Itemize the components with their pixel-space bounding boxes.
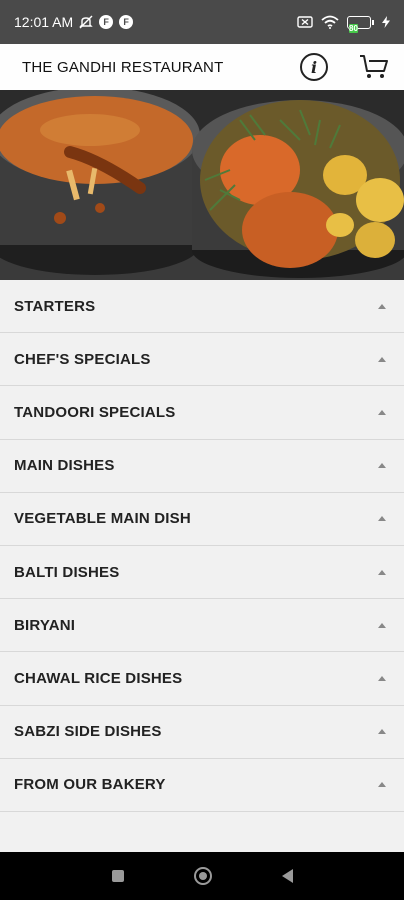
menu-category-label: MAIN DISHES [14, 457, 115, 475]
status-right: 80 [297, 15, 390, 33]
menu-category-chefs-specials[interactable]: CHEF'S SPECIALS [0, 333, 404, 387]
food-photo [0, 90, 404, 280]
menu-category-label: STARTERS [14, 297, 96, 315]
menu-category-label: CHAWAL RICE DISHES [14, 669, 183, 687]
notification-icon: F [119, 15, 134, 29]
caret-up-icon [378, 409, 386, 415]
recents-icon[interactable] [111, 870, 124, 882]
caret-up-icon [378, 729, 386, 735]
menu-category-label: FROM OUR BAKERY [14, 776, 166, 794]
menu-category-label: SABZI SIDE DISHES [14, 723, 162, 741]
hero-image [0, 90, 404, 280]
menu-category-main-dishes[interactable]: MAIN DISHES [0, 439, 404, 493]
cart-button[interactable] [344, 44, 404, 90]
menu-category-tandoori-specials[interactable]: TANDOORI SPECIALS [0, 386, 404, 440]
menu-category-from-our-bakery[interactable]: FROM OUR BAKERY [0, 758, 404, 812]
menu-category-label: BALTI DISHES [14, 563, 120, 581]
info-button[interactable]: i [284, 44, 344, 90]
menu-category-biryani[interactable]: BIRYANI [0, 599, 404, 653]
battery-level: 80 [349, 23, 358, 33]
info-icon: i [300, 53, 328, 81]
sim-x-icon [297, 16, 313, 28]
notification-icon: F [99, 15, 114, 29]
menu-category-label: BIRYANI [14, 616, 76, 634]
mute-icon [79, 15, 93, 29]
caret-up-icon [378, 622, 386, 628]
battery-icon: 80 [347, 15, 374, 33]
menu-category-sabzi-side-dishes[interactable]: SABZI SIDE DISHES [0, 705, 404, 759]
app-header: THE GANDHI RESTAURANT i [0, 44, 404, 90]
system-nav-bar [0, 852, 404, 900]
wifi-icon [321, 15, 339, 29]
caret-up-icon [378, 569, 386, 575]
menu-category-label: CHEF'S SPECIALS [14, 350, 151, 368]
menu-category-chawal-rice-dishes[interactable]: CHAWAL RICE DISHES [0, 652, 404, 706]
caret-up-icon [378, 516, 386, 522]
caret-up-icon [378, 782, 386, 788]
caret-up-icon [378, 675, 386, 681]
caret-up-icon [378, 463, 386, 469]
page-title: THE GANDHI RESTAURANT [22, 58, 224, 76]
caret-up-icon [378, 356, 386, 362]
back-icon[interactable] [281, 869, 293, 883]
menu-category-list: STARTERS CHEF'S SPECIALS TANDOORI SPECIA… [0, 280, 404, 812]
charging-icon [382, 16, 390, 28]
menu-category-label: VEGETABLE MAIN DISH [14, 510, 191, 528]
cart-icon [360, 55, 388, 78]
home-icon[interactable] [193, 867, 212, 885]
caret-up-icon [378, 303, 386, 309]
menu-category-starters[interactable]: STARTERS [0, 280, 404, 334]
menu-category-balti-dishes[interactable]: BALTI DISHES [0, 545, 404, 600]
menu-category-label: TANDOORI SPECIALS [14, 403, 176, 421]
status-bar: 12:01 AM F F 80 [0, 0, 404, 44]
menu-category-vegetable-main-dish[interactable]: VEGETABLE MAIN DISH [0, 492, 404, 546]
status-left: 12:01 AM F F [14, 14, 134, 30]
status-time: 12:01 AM [14, 14, 74, 30]
